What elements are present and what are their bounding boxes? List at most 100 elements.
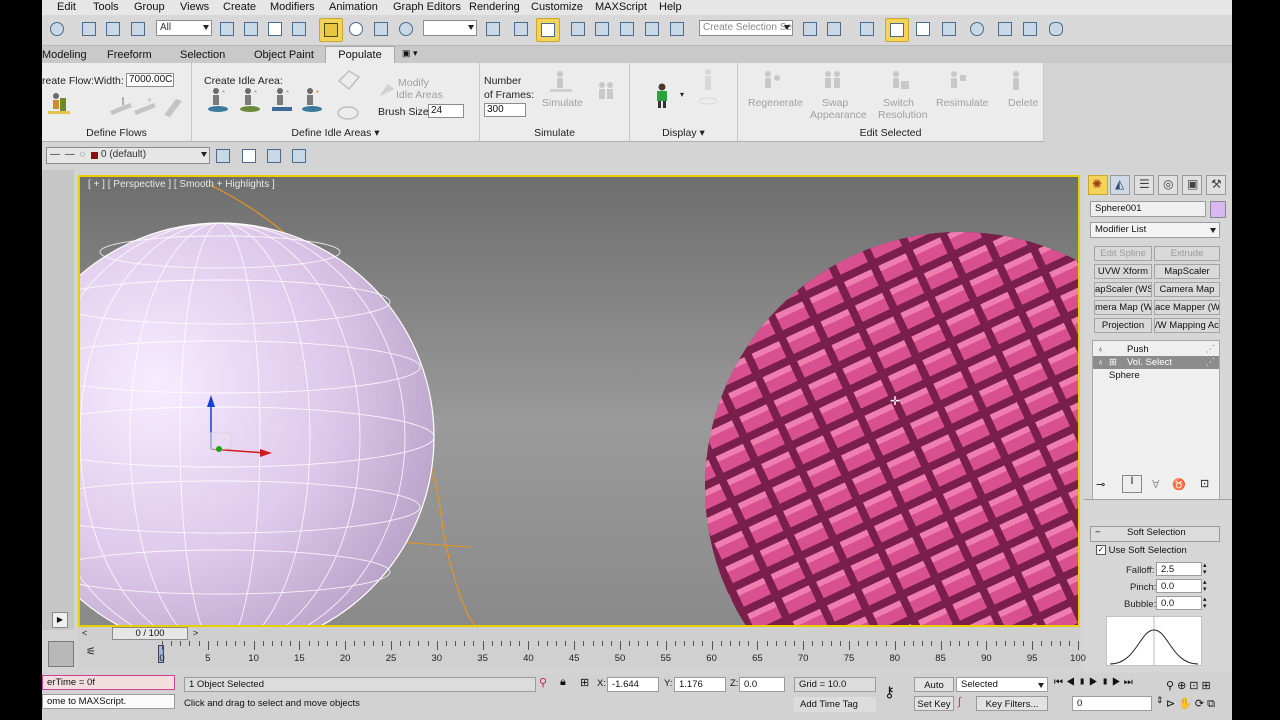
display-ghost-icon[interactable]	[698, 67, 718, 107]
perspective-viewport[interactable]: ✛ [ + ] [ Perspective ] [ Smooth + Highl…	[78, 175, 1080, 627]
layer-explorer-button[interactable]	[856, 18, 878, 40]
idle-area-rect-icon[interactable]: *	[270, 87, 296, 113]
edit-named-selection-button[interactable]	[666, 18, 688, 40]
goto-end-icon[interactable]: ⏭	[1124, 677, 1136, 688]
zoom-extents-all-icon[interactable]: ⊞	[1202, 680, 1214, 692]
simulate-icon[interactable]	[548, 69, 574, 95]
utilities-tab[interactable]: ⚒	[1206, 175, 1226, 195]
keyboard-shortcut-override-button[interactable]	[536, 18, 560, 42]
current-frame-input[interactable]: 0	[1072, 696, 1152, 711]
selection-lock-icon[interactable]: 🔒︎	[560, 676, 566, 689]
select-object-button[interactable]	[216, 18, 238, 40]
redo-button[interactable]	[46, 18, 68, 40]
select-place-button[interactable]	[395, 18, 417, 40]
unlink-button[interactable]	[102, 18, 124, 40]
swap-appearance-icon[interactable]	[820, 69, 846, 95]
tab-freeform[interactable]: Freeform	[107, 49, 152, 61]
mirror-button[interactable]	[799, 18, 821, 40]
auto-key-button[interactable]: Auto Key	[914, 677, 954, 706]
use-soft-selection-checkbox[interactable]: ✓ Use Soft Selection	[1096, 545, 1187, 556]
render-setup-button[interactable]	[994, 18, 1016, 40]
goto-start-icon[interactable]: ⏮	[1054, 677, 1066, 688]
mapscaler-button[interactable]: MapScaler	[1154, 264, 1220, 279]
delete-character-icon[interactable]	[1004, 69, 1030, 95]
bubble-spinner[interactable]: ▴ ▾	[1203, 596, 1207, 610]
swap-appearance-line2[interactable]: Appearance	[810, 109, 867, 121]
x-coordinate-input[interactable]: -1.644	[607, 677, 659, 692]
link-button[interactable]	[78, 18, 100, 40]
idle-area-point-icon[interactable]	[335, 67, 361, 93]
zoom-extents-icon[interactable]: ⊡	[1189, 680, 1201, 692]
brush-size-input[interactable]: 24	[428, 104, 464, 118]
mapscaler-wsm-button[interactable]: apScaler (WSM	[1094, 282, 1152, 297]
pinch-spinner[interactable]: ▴ ▾	[1203, 579, 1207, 593]
select-rotate-button[interactable]	[345, 18, 367, 40]
extrude-button[interactable]: Extrude	[1154, 246, 1220, 261]
track-bar[interactable]: ⚟ 0 5 10 15 20 25 30 35 40 45 50 55 60 65 70 75 80 85 90 95…	[78, 641, 1086, 669]
surface-mapper-button[interactable]: ace Mapper (W	[1154, 300, 1220, 315]
snaps-toggle-button[interactable]	[567, 18, 589, 40]
switch-resolution-line2[interactable]: Resolution	[878, 109, 928, 121]
configure-sets-icon[interactable]: ⊡	[1200, 477, 1209, 490]
tab-modeling[interactable]: Modeling	[42, 49, 87, 61]
display-tab[interactable]: ▣	[1182, 175, 1202, 195]
display-character-icon[interactable]	[650, 83, 676, 109]
width-input[interactable]: 7000.00C	[126, 73, 174, 87]
angle-snap-button[interactable]	[591, 18, 613, 40]
object-name-input[interactable]: Sphere001	[1090, 201, 1206, 217]
create-ramp-icon[interactable]	[160, 93, 186, 119]
make-unique-icon[interactable]: ∀	[1152, 478, 1160, 491]
menu-maxscript[interactable]: MAXScript	[595, 1, 647, 13]
pinch-input[interactable]: 0.0	[1156, 579, 1202, 593]
selection-filter-dropdown[interactable]: All	[156, 20, 212, 36]
idle-area-brush-icon[interactable]: *	[300, 87, 326, 113]
time-slider-thumb[interactable]: 0 / 100	[112, 627, 188, 640]
mini-curve-editor-toggle[interactable]	[48, 641, 74, 667]
edit-spline-button[interactable]: Edit Spline	[1094, 246, 1152, 261]
y-coordinate-input[interactable]: 1.176	[674, 677, 726, 692]
prev-key-icon[interactable]: ◀▮	[1066, 677, 1089, 688]
simulate-button[interactable]: Simulate	[542, 97, 583, 109]
create-flow-icon[interactable]	[46, 91, 72, 117]
menu-animation[interactable]: Animation	[329, 1, 378, 13]
next-frame-arrow-icon[interactable]: >	[193, 628, 198, 638]
add-to-layer-button[interactable]	[263, 145, 285, 167]
modify-tab[interactable]: ◭	[1110, 175, 1130, 195]
menu-tools[interactable]: Tools	[93, 1, 119, 13]
spinner-snap-button[interactable]	[641, 18, 663, 40]
create-flow-area-icon[interactable]: +	[132, 93, 158, 119]
falloff-input[interactable]: 2.5	[1156, 562, 1202, 576]
resimulate-button[interactable]: Resimulate	[936, 97, 989, 109]
stack-item-vol-select[interactable]: ♁ ⊞ Vol. Select ⋰	[1093, 356, 1219, 369]
switch-resolution-icon[interactable]	[886, 69, 912, 95]
render-production-button[interactable]	[1045, 18, 1067, 40]
layer-manager-button[interactable]	[212, 145, 234, 167]
bubble-input[interactable]: 0.0	[1156, 596, 1202, 610]
menu-customize[interactable]: Customize	[531, 1, 583, 13]
modifier-list-dropdown[interactable]: Modifier List	[1090, 222, 1220, 238]
z-coordinate-input[interactable]: 0.0	[739, 677, 785, 692]
show-end-result-icon[interactable]: Ⅰ	[1122, 475, 1142, 493]
tab-populate[interactable]: Populate	[325, 46, 395, 63]
material-editor-button[interactable]	[966, 18, 988, 40]
stack-item-sphere[interactable]: Sphere	[1093, 369, 1219, 382]
fov-icon[interactable]: ⊳	[1166, 698, 1178, 710]
play-icon[interactable]: ▶	[1089, 677, 1101, 688]
reference-coordinate-dropdown[interactable]	[423, 20, 477, 36]
expand-panel-button[interactable]: ▶	[52, 612, 68, 628]
menu-graph-editors[interactable]: Graph Editors	[393, 1, 461, 13]
selection-key-dropdown[interactable]: Selected	[956, 677, 1048, 692]
tab-object-paint[interactable]: Object Paint	[254, 49, 314, 61]
crowd-icon[interactable]	[594, 79, 620, 105]
isolate-selection-icon[interactable]: ⚲	[539, 676, 547, 689]
maximize-viewport-icon[interactable]: ⧉	[1207, 698, 1218, 710]
menu-edit[interactable]: Edit	[57, 1, 76, 13]
set-key-mode-key-icon[interactable]: ⚷	[884, 683, 895, 701]
filter-icon[interactable]: ⚟	[86, 645, 96, 658]
frames-input[interactable]: 300	[484, 103, 526, 117]
ribbon-options-icon[interactable]: ▣ ▾	[402, 48, 418, 59]
menu-create[interactable]: Create	[223, 1, 256, 13]
add-time-tag-button[interactable]: Add Time Tag	[794, 697, 876, 712]
percent-snap-button[interactable]	[616, 18, 638, 40]
camera-map-button[interactable]: Camera Map	[1154, 282, 1220, 297]
